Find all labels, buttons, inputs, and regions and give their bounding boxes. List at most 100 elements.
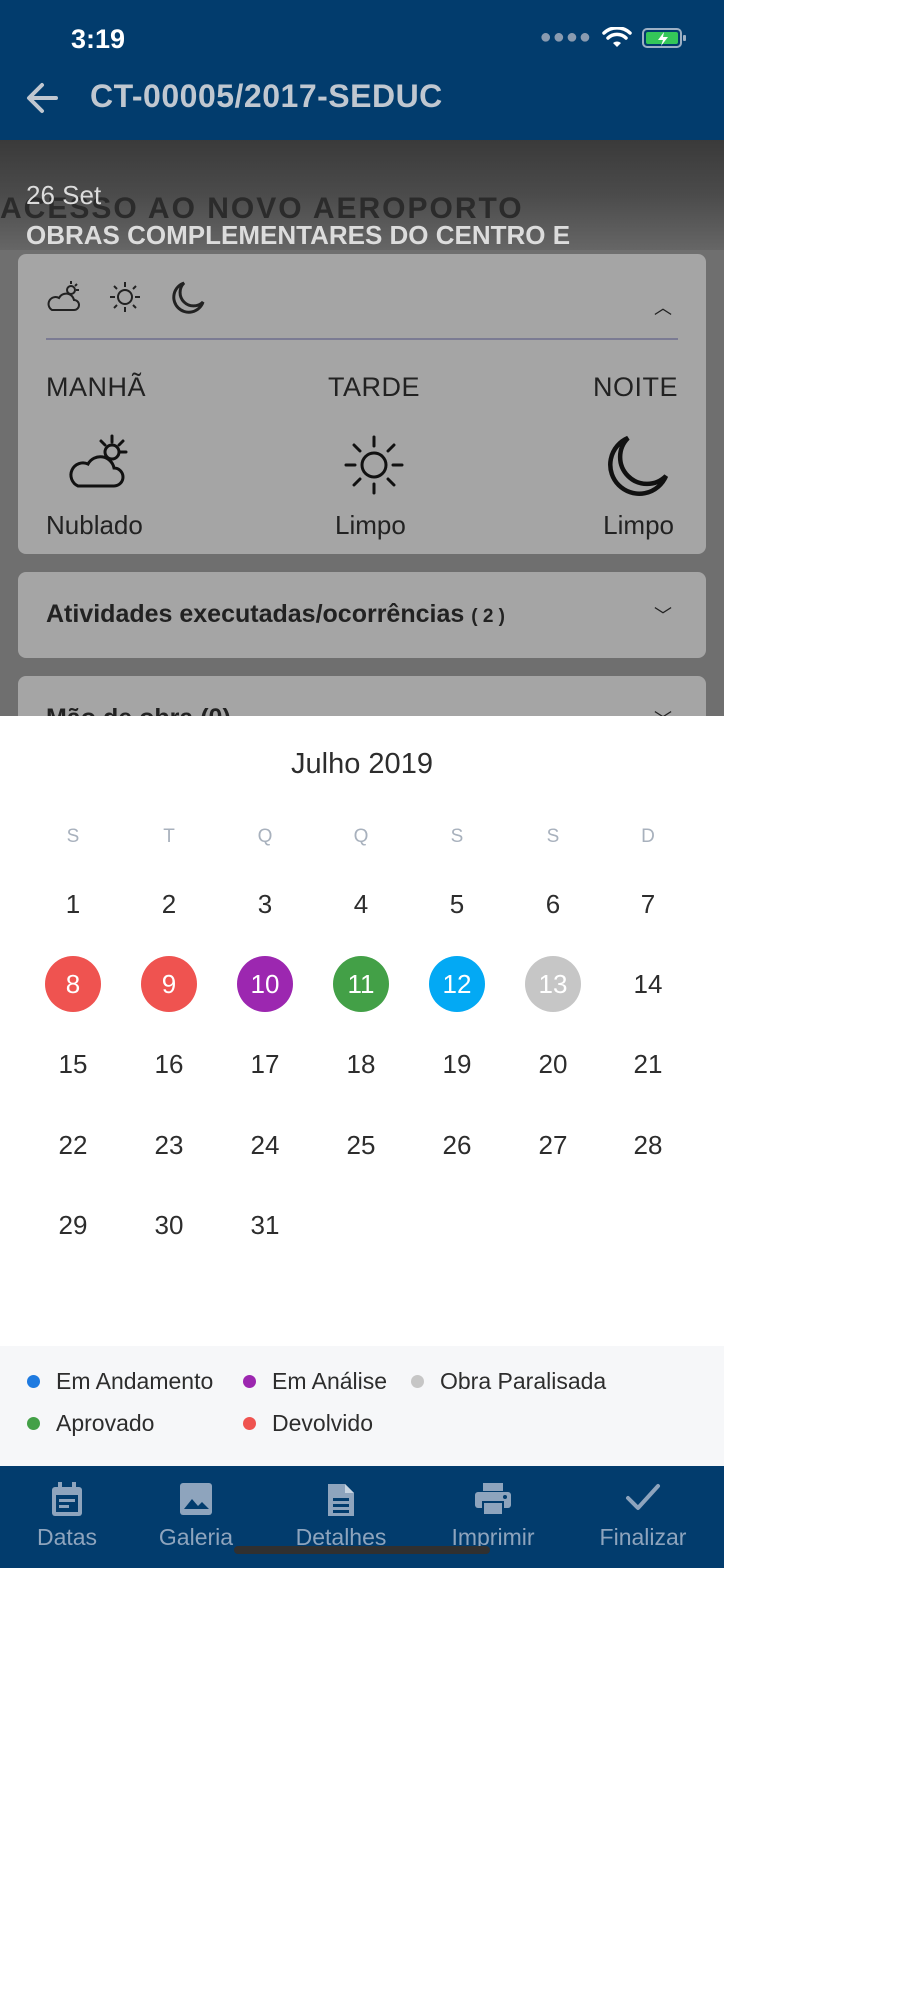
- weather-card[interactable]: ︿ MANHÃ TARDE NOITE Nublado Limpo Limpo: [18, 254, 706, 554]
- wifi-icon: [602, 26, 632, 47]
- calendar-day-3[interactable]: 3: [237, 876, 293, 932]
- calendar-day-14[interactable]: 14: [620, 956, 676, 1012]
- period-label-noite: NOITE: [592, 372, 678, 402]
- nav-datas[interactable]: Datas: [0, 1466, 137, 1568]
- back-arrow-icon[interactable]: [24, 78, 60, 118]
- signal-icon: ●●●●: [539, 26, 592, 48]
- calendar-day-15[interactable]: 15: [45, 1036, 101, 1092]
- calendar-day-10[interactable]: 10: [237, 956, 293, 1012]
- calendar-day-5[interactable]: 5: [429, 876, 485, 932]
- calendar-day-26[interactable]: 26: [429, 1117, 485, 1173]
- chevron-up-icon[interactable]: ︿: [654, 294, 672, 320]
- weather-divider: [46, 338, 678, 340]
- calendar-day-31[interactable]: 31: [237, 1197, 293, 1253]
- weekday-label: S: [546, 826, 560, 847]
- calendar-day-18[interactable]: 18: [333, 1036, 389, 1092]
- calendar-icon: [52, 1482, 82, 1516]
- legend-dot: [243, 1417, 256, 1430]
- calendar-day-6[interactable]: 6: [525, 876, 581, 932]
- legend-label: Devolvido: [272, 1410, 373, 1436]
- calendar-day-17[interactable]: 17: [237, 1036, 293, 1092]
- status-time: 3:19: [71, 24, 126, 54]
- legend-dot: [27, 1417, 40, 1430]
- mao-de-obra-count: 0: [209, 704, 223, 716]
- calendar-day-29[interactable]: 29: [45, 1197, 101, 1253]
- period-label-tarde: TARDE: [328, 372, 421, 402]
- legend-dot: [243, 1375, 256, 1388]
- calendar-day-30[interactable]: 30: [141, 1197, 197, 1253]
- calendar-day-8[interactable]: 8: [45, 956, 101, 1012]
- atividades-count: 2: [482, 606, 494, 627]
- calendar-day-23[interactable]: 23: [141, 1117, 197, 1173]
- status-legend: Em Andamento Em Análise Obra Paralisada …: [0, 1346, 724, 1466]
- mao-de-obra-label: Mão de obra: [46, 704, 193, 716]
- printer-icon: [475, 1483, 511, 1516]
- app-header: 3:19 ●●●● CT-00005/2017-SEDUC: [0, 0, 724, 140]
- nav-label: Datas: [36, 1524, 98, 1550]
- image-icon: [180, 1483, 212, 1515]
- period-label-manha: MANHÃ: [46, 372, 147, 402]
- atividades-section[interactable]: Atividades executadas/ocorrências ( 2 ) …: [18, 572, 706, 658]
- calendar-day-19[interactable]: 19: [429, 1036, 485, 1092]
- calendar-day-28[interactable]: 28: [620, 1117, 676, 1173]
- banner-date: 26 Set: [26, 180, 102, 210]
- calendar-month: Julho 2019: [291, 748, 433, 780]
- calendar-day-2[interactable]: 2: [141, 876, 197, 932]
- atividades-title: Atividades executadas/ocorrências ( 2 ): [46, 600, 505, 628]
- calendar-day-22[interactable]: 22: [45, 1117, 101, 1173]
- calendar-day-27[interactable]: 27: [525, 1117, 581, 1173]
- legend-item-devolvido: Devolvido: [243, 1410, 373, 1437]
- status-icons: ●●●●: [540, 26, 688, 49]
- legend-dot: [27, 1375, 40, 1388]
- nav-finalizar[interactable]: Finalizar: [573, 1466, 713, 1568]
- calendar-day-13[interactable]: 13: [525, 956, 581, 1012]
- weekday-label: D: [641, 826, 655, 847]
- chevron-down-icon[interactable]: ﹀: [654, 706, 672, 716]
- calendar-day-1[interactable]: 1: [45, 876, 101, 932]
- banner-title: OBRAS COMPLEMENTARES DO CENTRO E: [26, 220, 571, 250]
- check-icon: [626, 1484, 660, 1510]
- calendar-day-9[interactable]: 9: [141, 956, 197, 1012]
- calendar-day-21[interactable]: 21: [620, 1036, 676, 1092]
- period-condition-manha: Nublado: [46, 510, 143, 540]
- weekday-label: Q: [353, 826, 369, 847]
- weekday-label: T: [163, 826, 175, 847]
- calendar-day-7[interactable]: 7: [620, 876, 676, 932]
- calendar-day-25[interactable]: 25: [333, 1117, 389, 1173]
- calendar-sheet: Julho 2019 STQQSSD 1 2 3 4 5 6 7 8 9 10 11 12 13 14 15…: [0, 716, 724, 1346]
- page-title: CT-00005/2017-SEDUC: [90, 78, 443, 114]
- atividades-label: Atividades executadas/ocorrências: [46, 600, 465, 628]
- weekday-label: S: [66, 826, 80, 847]
- weekday-label: Q: [257, 826, 273, 847]
- nav-label: Finalizar: [599, 1524, 687, 1550]
- legend-label: Em Análise: [272, 1368, 388, 1394]
- moon-icon: [608, 435, 669, 496]
- cloud-sun-icon[interactable]: [46, 280, 82, 314]
- battery-icon: [642, 27, 686, 48]
- calendar-day-16[interactable]: 16: [141, 1036, 197, 1092]
- cloud-sun-icon: [69, 434, 128, 488]
- moon-icon[interactable]: [170, 280, 206, 316]
- legend-label: Aprovado: [56, 1410, 155, 1436]
- cover-banner: ACESSO AO NOVO AEROPORTO 26 Set OBRAS CO…: [0, 140, 724, 250]
- calendar-day-12[interactable]: 12: [429, 956, 485, 1012]
- document-icon: [328, 1484, 354, 1516]
- mao-de-obra-section[interactable]: Mão de obra (0) ﹀: [18, 676, 706, 716]
- legend-label: Em Andamento: [56, 1368, 214, 1394]
- home-indicator: [234, 1546, 490, 1554]
- calendar-day-4[interactable]: 4: [333, 876, 389, 932]
- legend-label: Obra Paralisada: [440, 1368, 607, 1394]
- sun-icon[interactable]: [108, 280, 142, 314]
- legend-item-aprovado: Aprovado: [27, 1410, 154, 1437]
- calendar-day-20[interactable]: 20: [525, 1036, 581, 1092]
- period-condition-noite: Limpo: [603, 510, 674, 540]
- calendar-day-11[interactable]: 11: [333, 956, 389, 1012]
- weekday-label: S: [450, 826, 464, 847]
- sun-icon: [344, 435, 404, 495]
- calendar-day-24[interactable]: 24: [237, 1117, 293, 1173]
- period-condition-tarde: Limpo: [335, 510, 406, 540]
- chevron-down-icon[interactable]: ﹀: [654, 602, 672, 628]
- legend-item-em-andamento: Em Andamento: [27, 1368, 213, 1395]
- legend-item-em-analise: Em Análise: [243, 1368, 387, 1395]
- legend-item-obra-paralisada: Obra Paralisada: [411, 1368, 606, 1395]
